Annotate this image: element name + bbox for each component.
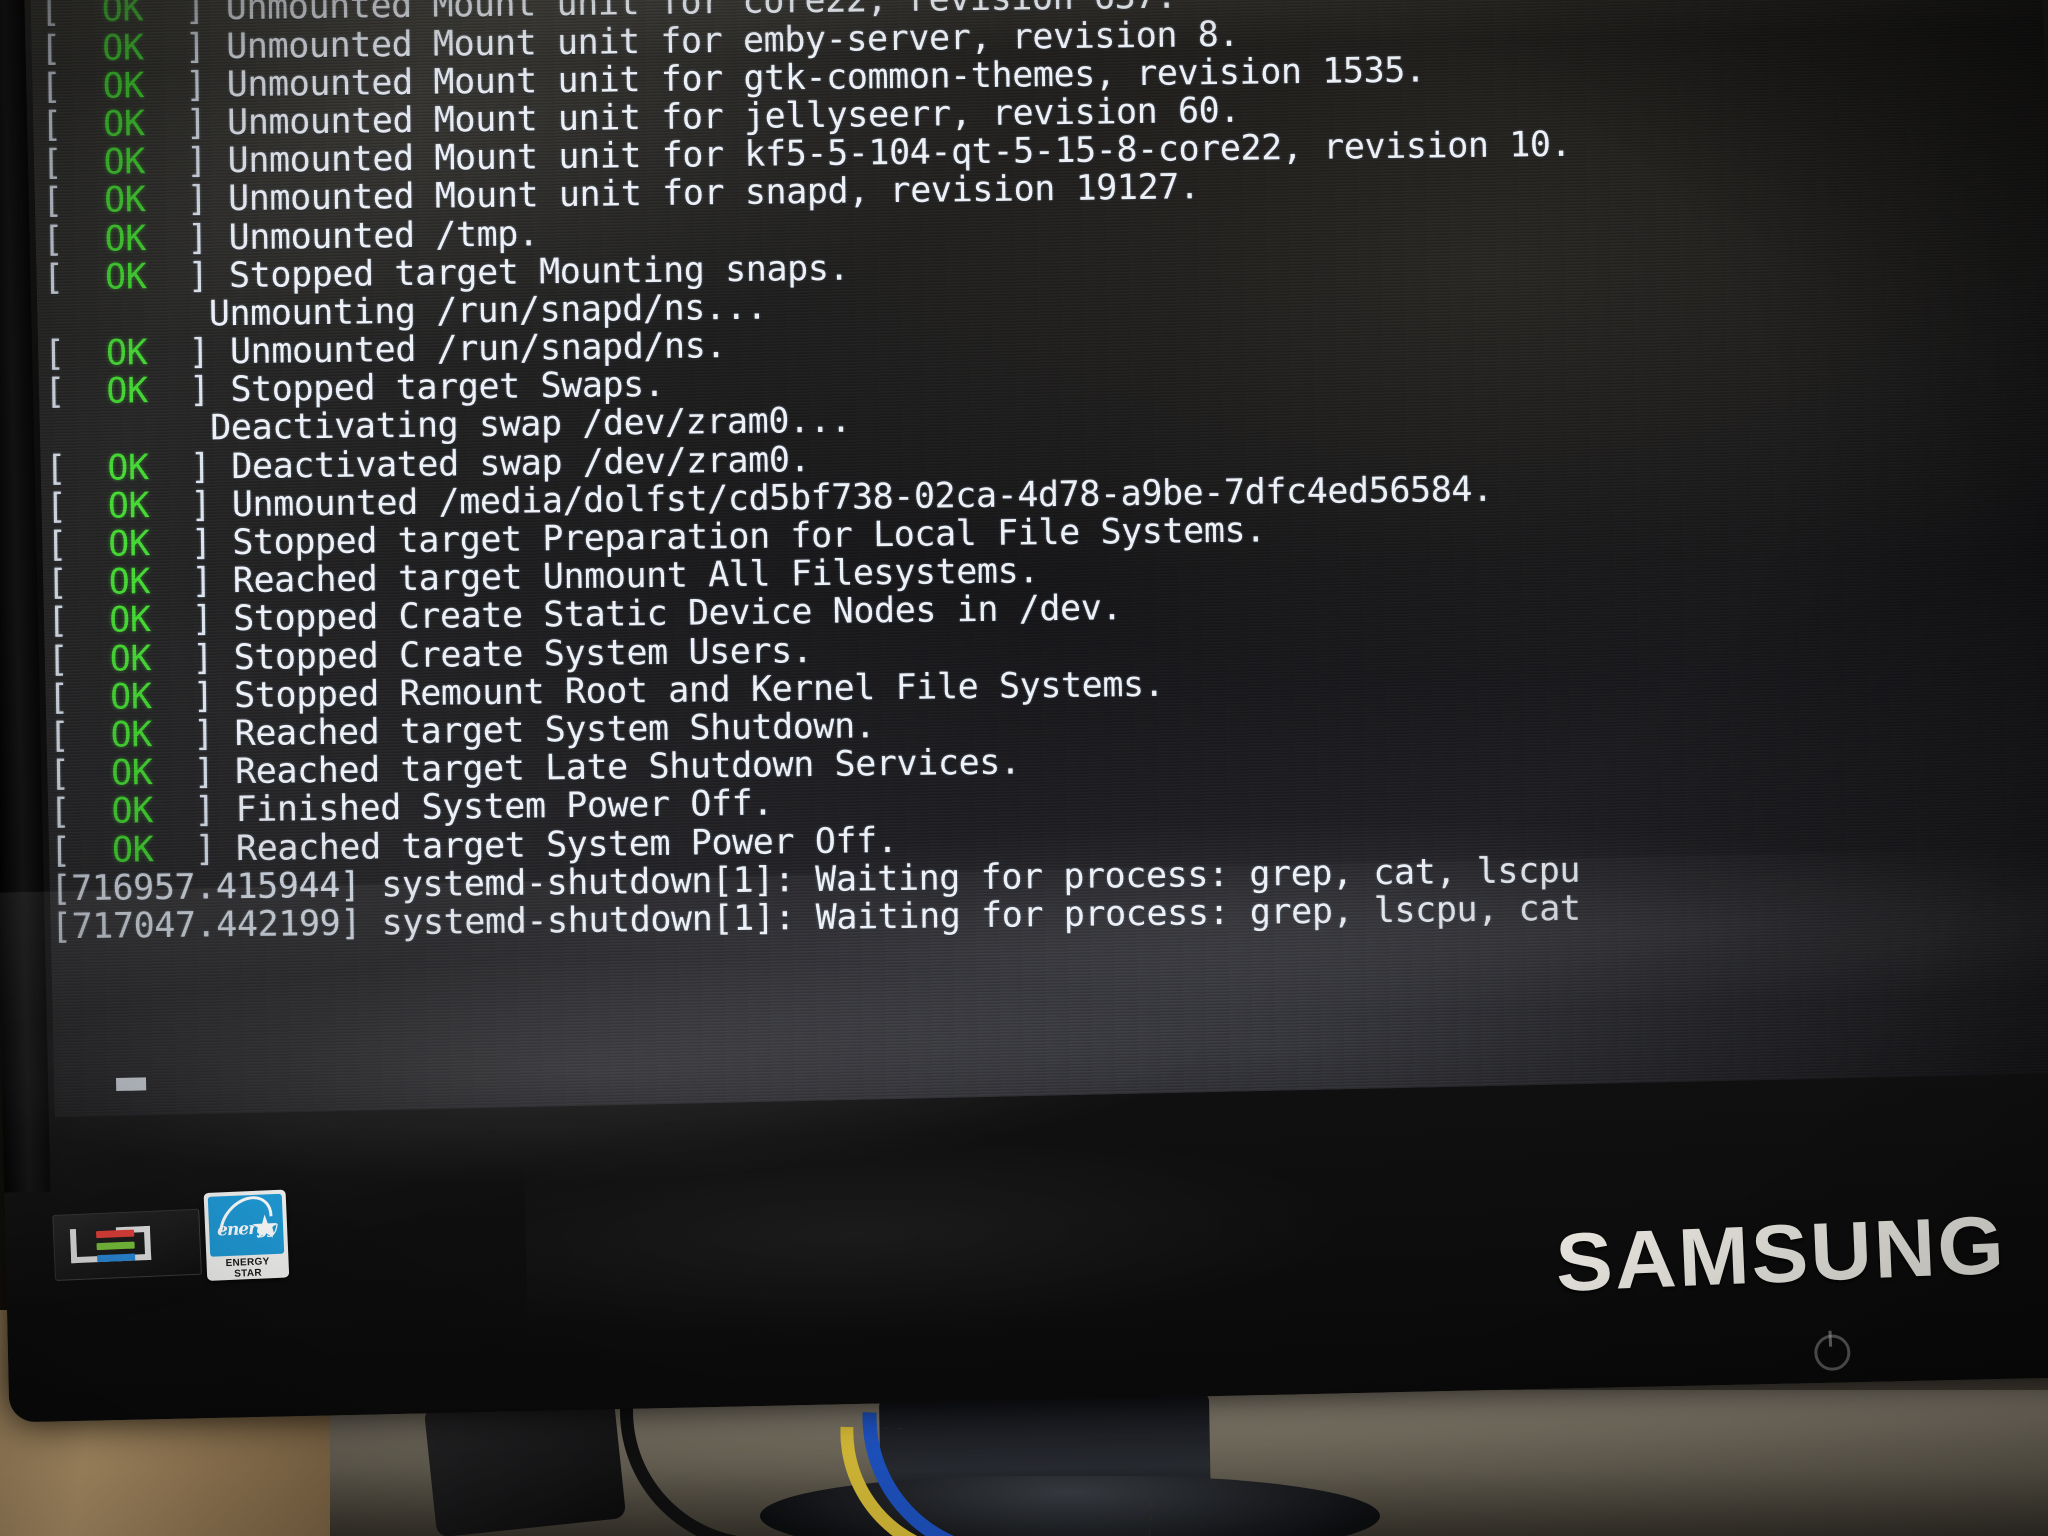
led-bar-blue [97, 1253, 136, 1263]
status-badge: OK [106, 371, 149, 412]
status-bracket-close: ] [152, 790, 236, 832]
status-bracket-close: ] [145, 217, 229, 259]
status-bracket-open: [ [44, 371, 107, 413]
status-bracket-close: ] [145, 179, 229, 221]
status-bracket-close: ] [150, 599, 234, 641]
status-bracket-close: ] [143, 64, 227, 106]
status-badge: OK [104, 218, 147, 260]
status-bracket-open: [ [45, 486, 109, 528]
status-bracket-open: [ [45, 448, 108, 490]
kernel-timestamp: [717047.442199] [50, 903, 382, 948]
status-bracket-open: [ [39, 0, 102, 31]
status-badge: OK [110, 753, 153, 794]
status-badge: OK [108, 562, 151, 603]
status-bracket-open: [ [46, 601, 110, 642]
led-icon [69, 1222, 184, 1267]
status-bracket-open: [ [39, 28, 103, 70]
led-bar-green [96, 1241, 135, 1251]
status-bracket-open: [ [43, 333, 107, 375]
status-bracket-close: ] [151, 714, 235, 756]
status-bracket-close: ] [147, 332, 231, 374]
status-bracket-open: [ [46, 524, 109, 566]
status-badge: OK [111, 791, 154, 832]
status-badge: OK [104, 256, 147, 298]
led-logo-sticker [52, 1208, 202, 1281]
photo-scene: [ OK ] Unmounted Mount unit for core18, … [0, 0, 2048, 1536]
status-badge: OK [109, 676, 152, 718]
status-spacer [45, 409, 211, 451]
status-bracket-open: [ [47, 639, 110, 680]
kernel-timestamp: [716957.415944] [50, 865, 382, 910]
status-bracket-close: ] [144, 103, 228, 145]
status-bracket-open: [ [40, 104, 104, 146]
status-bracket-open: [ [41, 142, 104, 184]
status-bracket-close: ] [152, 752, 236, 794]
status-bracket-close: ] [147, 370, 231, 412]
status-badge: OK [107, 447, 149, 489]
status-badge: OK [101, 0, 144, 31]
status-badge: OK [105, 333, 148, 374]
status-badge: OK [107, 485, 150, 527]
status-badge: OK [110, 715, 153, 756]
status-bracket-close: ] [143, 26, 227, 68]
status-bracket-open: [ [48, 753, 112, 795]
status-badge: OK [101, 27, 144, 69]
status-bracket-close: ] [149, 523, 233, 565]
status-bracket-close: ] [153, 828, 237, 870]
status-bracket-close: ] [151, 675, 235, 717]
status-badge: OK [102, 65, 145, 107]
status-badge: OK [109, 638, 152, 680]
status-bracket-open: [ [48, 715, 111, 757]
console-line-text: Unmounted /tmp. [228, 213, 539, 258]
status-badge: OK [108, 524, 150, 565]
status-bracket-close: ] [149, 561, 234, 603]
status-badge: OK [102, 104, 145, 145]
lcd-panel: [ OK ] Unmounted Mount unit for core18, … [29, 0, 2048, 1118]
status-bracket-open: [ [49, 791, 112, 833]
status-badge: OK [108, 600, 151, 642]
samsung-monitor: [ OK ] Unmounted Mount unit for core18, … [0, 0, 2048, 1423]
status-bracket-close: ] [148, 446, 232, 488]
status-bracket-open: [ [42, 257, 106, 299]
status-bracket-open: [ [46, 562, 109, 604]
status-spacer [43, 294, 209, 336]
status-bracket-open: [ [47, 677, 111, 719]
status-bracket-close: ] [146, 255, 230, 297]
blue-cable [857, 1412, 1207, 1536]
status-bracket-open: [ [49, 830, 113, 871]
status-badge: OK [111, 829, 154, 871]
status-bracket-close: ] [148, 484, 233, 526]
status-bracket-close: ] [144, 141, 228, 183]
status-badge: OK [103, 142, 146, 183]
status-badge: OK [103, 180, 146, 221]
status-bracket-open: [ [41, 180, 105, 222]
systemd-shutdown-console: [ OK ] Unmounted Mount unit for core18, … [39, 0, 2048, 948]
status-bracket-open: [ [42, 219, 105, 260]
status-bracket-close: ] [150, 637, 234, 679]
led-bar-red [95, 1229, 135, 1239]
energy-star-label: ENERGY STAR [225, 1256, 270, 1280]
status-bracket-open: [ [40, 66, 103, 108]
status-bracket-close: ] [142, 0, 227, 30]
samsung-brand-logo: SAMSUNG [1553, 1199, 2008, 1309]
energy-star-badge: energy ENERGY STAR [203, 1189, 290, 1281]
energy-star-icon: energy [207, 1193, 285, 1257]
block-cursor [115, 1077, 147, 1092]
